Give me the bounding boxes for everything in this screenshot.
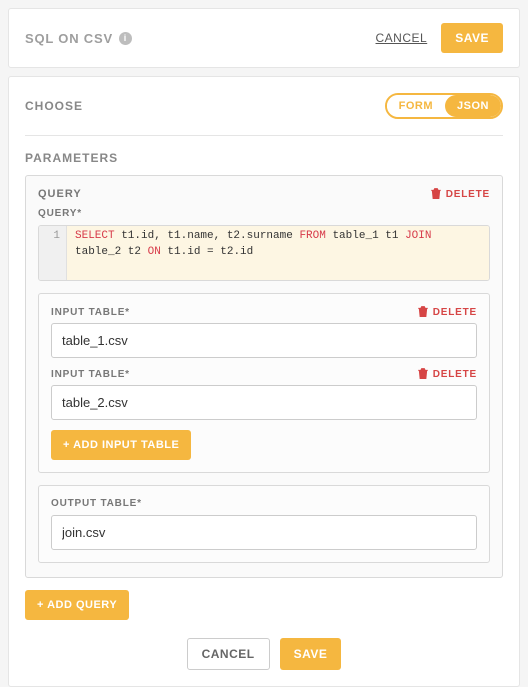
- delete-input-label-0: DELETE: [433, 307, 477, 318]
- choose-row: CHOOSE FORM JSON: [25, 93, 503, 119]
- input-tables-panel: INPUT TABLE* DELETE INPUT TABLE* DELETE: [38, 293, 490, 473]
- kw-join: JOIN: [405, 230, 431, 242]
- kw-on: ON: [148, 246, 161, 258]
- sql-cols: t1.id, t1.name, t2.surname: [115, 230, 300, 242]
- query-panel: QUERY DELETE QUERY* 1 SELECT t1.id, t1.n…: [25, 175, 503, 578]
- input-table-label-1: INPUT TABLE*: [51, 369, 130, 380]
- sql-editor[interactable]: 1 SELECT t1.id, t1.name, t2.surname FROM…: [38, 225, 490, 281]
- choose-label: CHOOSE: [25, 99, 83, 113]
- input-table-field: INPUT TABLE* DELETE: [51, 368, 477, 420]
- trash-icon: [431, 188, 441, 200]
- save-button-top[interactable]: SAVE: [441, 23, 503, 53]
- delete-input-label-1: DELETE: [433, 369, 477, 380]
- input-table-field: INPUT TABLE* DELETE: [51, 306, 477, 358]
- query-panel-head: QUERY DELETE: [38, 188, 490, 200]
- delete-query-button[interactable]: DELETE: [431, 188, 490, 200]
- view-toggle: FORM JSON: [385, 93, 503, 119]
- kw-from: FROM: [299, 230, 325, 242]
- line-gutter: 1: [39, 226, 67, 280]
- toggle-form[interactable]: FORM: [387, 95, 445, 117]
- input-table-label-0: INPUT TABLE*: [51, 307, 130, 318]
- trash-icon: [418, 368, 428, 380]
- title-text: SQL ON CSV: [25, 31, 113, 46]
- query-panel-title: QUERY: [38, 188, 82, 200]
- header-actions: CANCEL SAVE: [376, 23, 503, 53]
- main-card: CHOOSE FORM JSON PARAMETERS QUERY DELETE…: [8, 76, 520, 687]
- sql-from-tbl: table_1 t1: [326, 230, 405, 242]
- page-title: SQL ON CSV i: [25, 31, 132, 46]
- delete-query-label: DELETE: [446, 189, 490, 200]
- kw-select: SELECT: [75, 230, 115, 242]
- input-table-0[interactable]: [51, 323, 477, 358]
- parameters-label: PARAMETERS: [25, 151, 118, 165]
- divider: [25, 135, 503, 136]
- sql-content: SELECT t1.id, t1.name, t2.surname FROM t…: [67, 226, 489, 280]
- query-field-label: QUERY*: [38, 208, 490, 219]
- delete-input-table-0[interactable]: DELETE: [418, 306, 477, 318]
- output-table-input[interactable]: [51, 515, 477, 550]
- save-button-bottom[interactable]: SAVE: [280, 638, 342, 670]
- input-table-1[interactable]: [51, 385, 477, 420]
- sql-on-expr: t1.id = t2.id: [161, 246, 253, 258]
- line-number: 1: [53, 230, 60, 242]
- footer-actions: CANCEL SAVE: [25, 638, 503, 670]
- trash-icon: [418, 306, 428, 318]
- info-icon[interactable]: i: [119, 32, 132, 45]
- toggle-json[interactable]: JSON: [445, 95, 501, 117]
- add-query-button[interactable]: + ADD QUERY: [25, 590, 129, 620]
- header-card: SQL ON CSV i CANCEL SAVE: [8, 8, 520, 68]
- output-table-panel: OUTPUT TABLE*: [38, 485, 490, 563]
- delete-input-table-1[interactable]: DELETE: [418, 368, 477, 380]
- add-input-table-button[interactable]: + ADD INPUT TABLE: [51, 430, 191, 460]
- cancel-button-bottom[interactable]: CANCEL: [187, 638, 270, 670]
- output-table-label: OUTPUT TABLE*: [51, 498, 477, 509]
- cancel-link[interactable]: CANCEL: [376, 31, 428, 45]
